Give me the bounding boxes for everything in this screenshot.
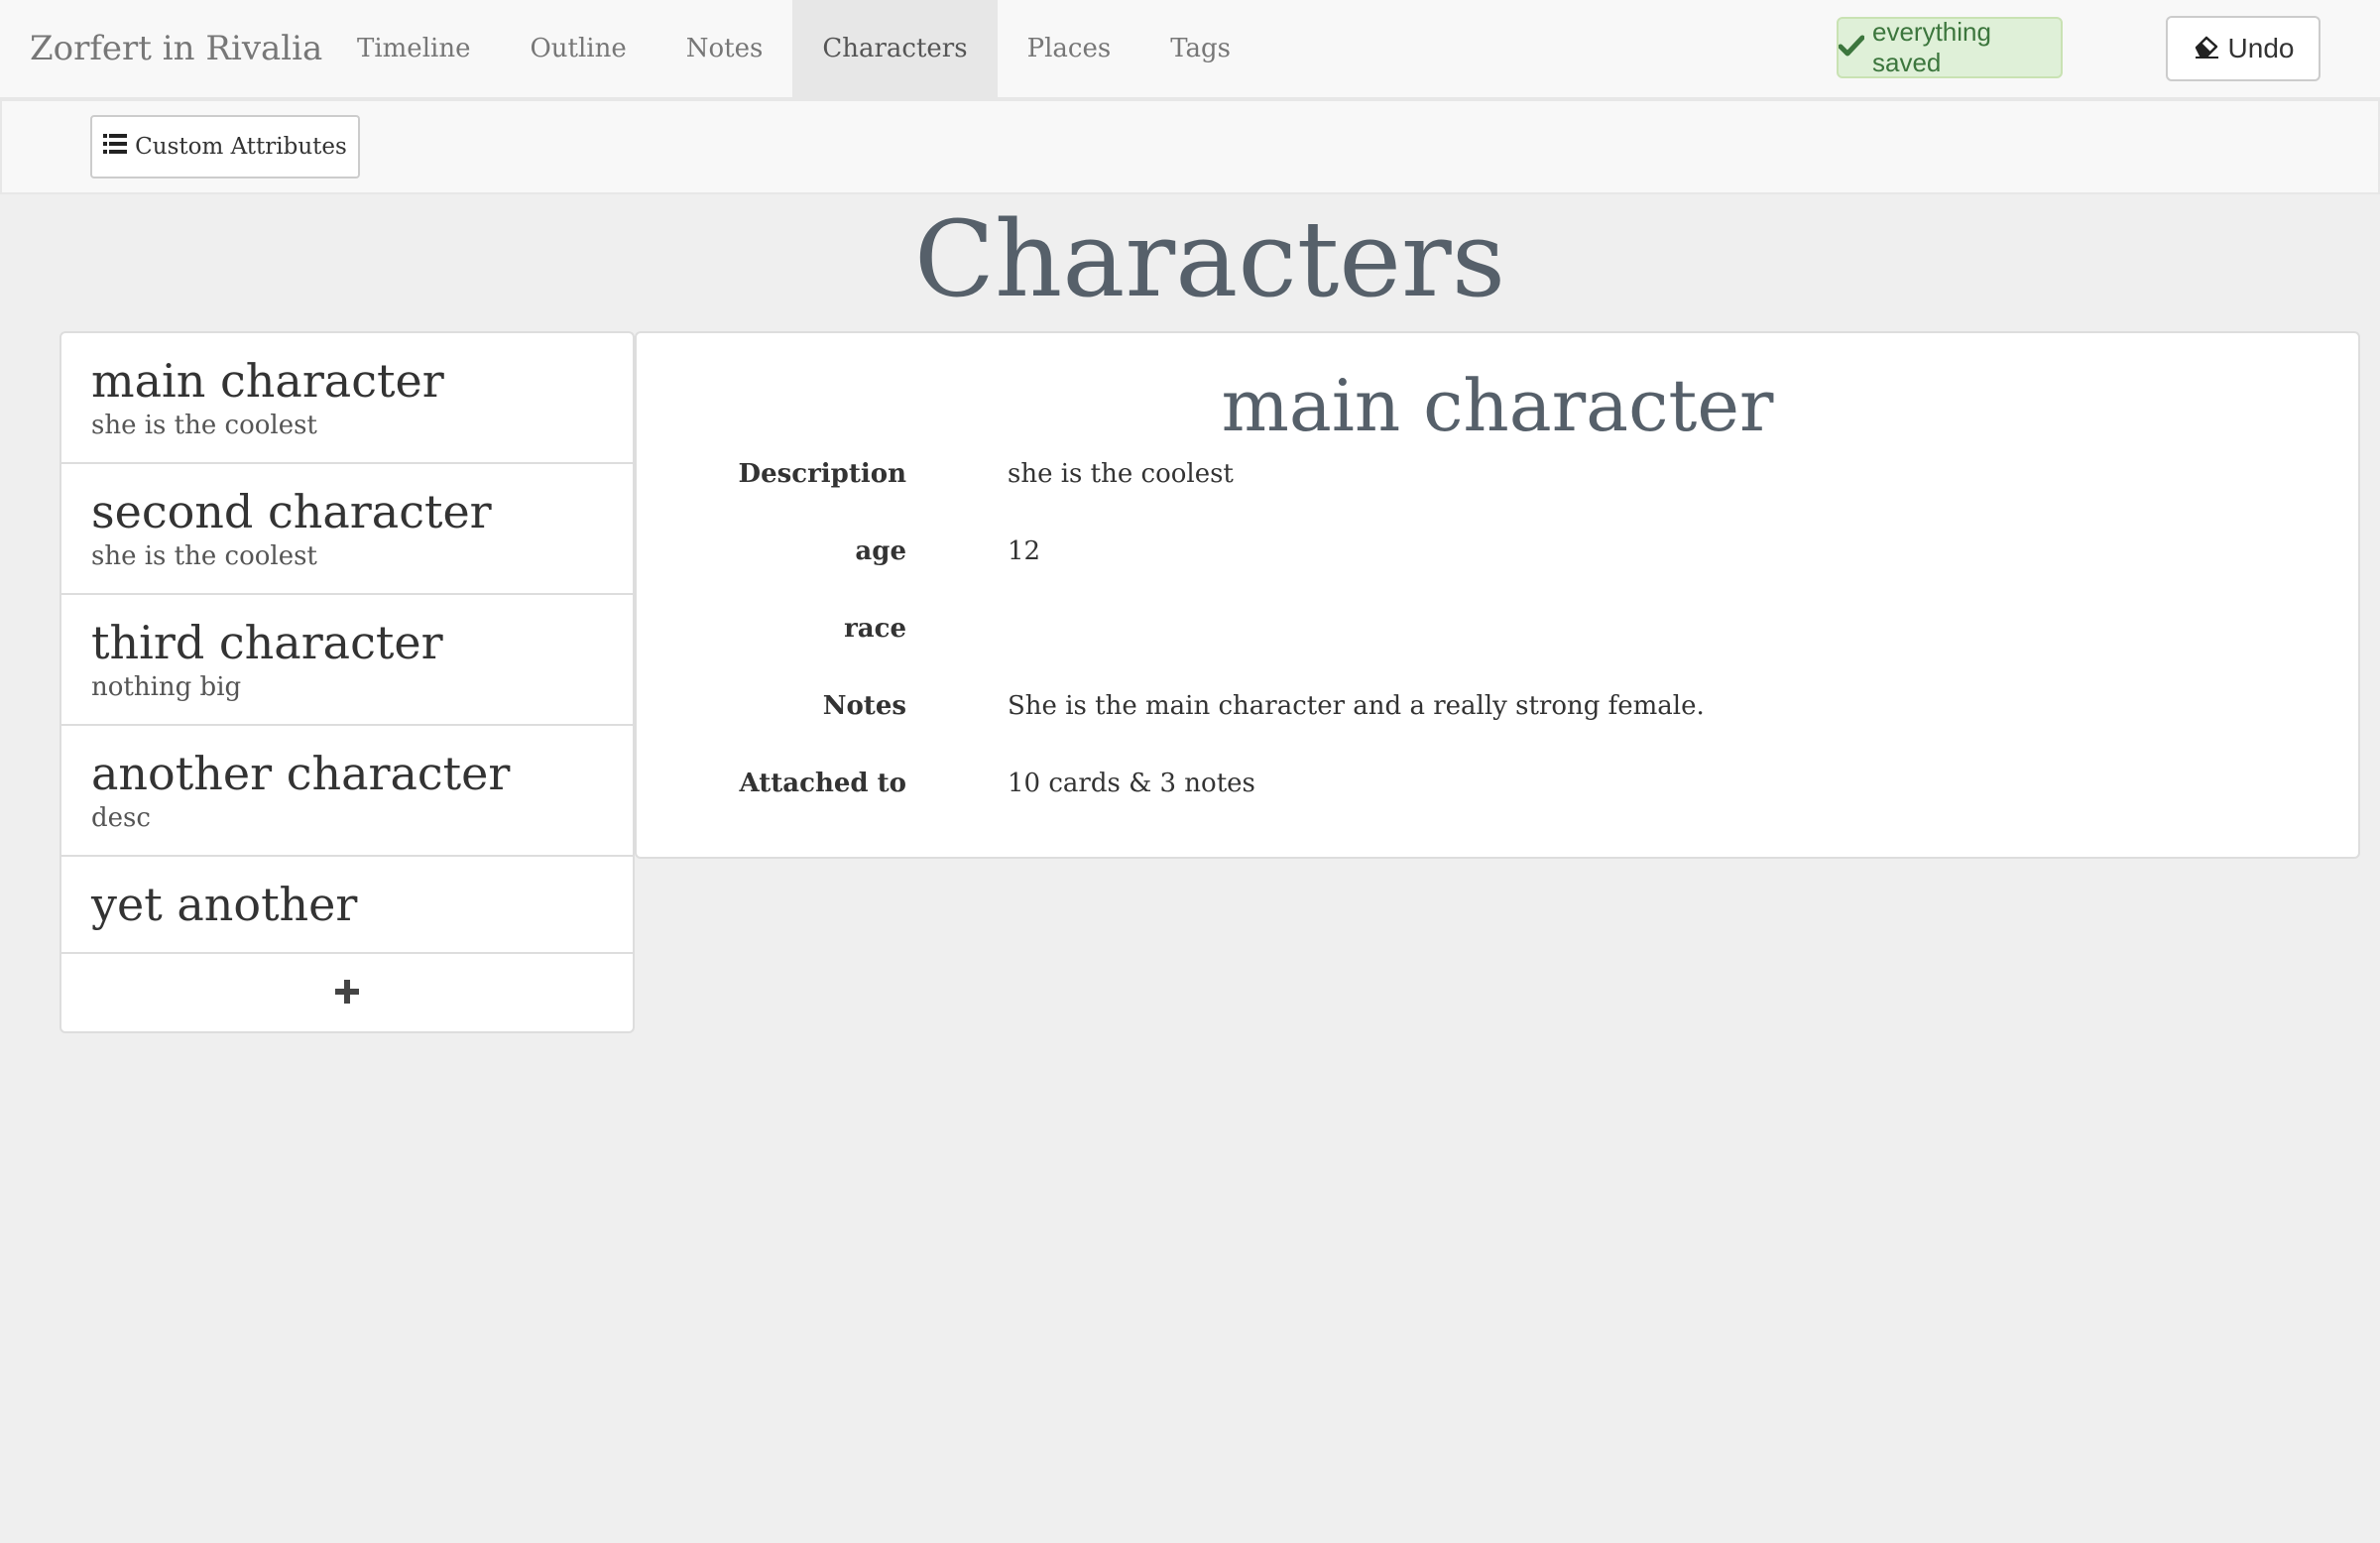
attribute-value: She is the main character and a really s… bbox=[1008, 691, 1705, 721]
character-description: nothing big bbox=[91, 672, 242, 702]
character-list-item[interactable]: second character she is the coolest bbox=[61, 464, 633, 595]
main-nav: Timeline Outline Notes Characters Places… bbox=[327, 0, 1260, 97]
character-name: another character bbox=[91, 747, 511, 800]
top-navbar: Zorfert in Rivalia Timeline Outline Note… bbox=[0, 0, 2380, 99]
attribute-value: 10 cards & 3 notes bbox=[1008, 769, 1255, 798]
check-icon bbox=[1838, 33, 1865, 63]
tab-outline[interactable]: Outline bbox=[500, 0, 655, 97]
undo-button[interactable]: Undo bbox=[2166, 16, 2320, 81]
attribute-row-race[interactable]: race bbox=[637, 609, 2358, 649]
tab-notes[interactable]: Notes bbox=[656, 0, 793, 97]
character-description: desc bbox=[91, 803, 151, 833]
attribute-row-description[interactable]: Description she is the coolest bbox=[637, 454, 2358, 494]
tab-tags[interactable]: Tags bbox=[1140, 0, 1260, 97]
eraser-icon bbox=[2193, 33, 2220, 65]
character-description: she is the coolest bbox=[91, 411, 317, 440]
character-name: yet another bbox=[91, 878, 358, 931]
attribute-value: she is the coolest bbox=[1008, 459, 1234, 489]
attribute-row-age[interactable]: age 12 bbox=[637, 532, 2358, 571]
character-name: third character bbox=[91, 616, 443, 669]
attribute-label: Description bbox=[738, 459, 906, 489]
list-icon bbox=[103, 133, 128, 161]
attribute-label: race bbox=[844, 614, 906, 644]
attribute-label: Attached to bbox=[739, 769, 906, 798]
save-status-label: everything saved bbox=[1872, 17, 1991, 77]
attribute-value: 12 bbox=[1008, 536, 1041, 566]
character-list-item[interactable]: another character desc bbox=[61, 726, 633, 857]
tab-places[interactable]: Places bbox=[998, 0, 1141, 97]
character-detail-panel: main character Description she is the co… bbox=[635, 331, 2360, 859]
detail-title[interactable]: main character bbox=[637, 361, 2358, 450]
character-list: main character she is the coolest second… bbox=[60, 331, 635, 1033]
save-status-badge: everything saved bbox=[1837, 17, 2063, 78]
plus-icon bbox=[333, 973, 361, 1012]
character-list-item[interactable]: third character nothing big bbox=[61, 595, 633, 726]
tab-characters[interactable]: Characters bbox=[792, 0, 998, 97]
attribute-row-attached-to[interactable]: Attached to 10 cards & 3 notes bbox=[637, 764, 2358, 803]
add-character-button[interactable] bbox=[61, 954, 633, 1031]
character-name: main character bbox=[91, 354, 444, 408]
attribute-row-notes[interactable]: Notes She is the main character and a re… bbox=[637, 686, 2358, 726]
custom-attributes-button[interactable]: Custom Attributes bbox=[90, 115, 360, 178]
sub-toolbar: Custom Attributes bbox=[0, 99, 2380, 194]
custom-attributes-label: Custom Attributes bbox=[135, 134, 347, 160]
character-name: second character bbox=[91, 485, 492, 538]
character-description: she is the coolest bbox=[91, 541, 317, 571]
tab-timeline[interactable]: Timeline bbox=[327, 0, 500, 97]
attribute-label: age bbox=[855, 536, 906, 566]
character-list-item[interactable]: main character she is the coolest bbox=[61, 333, 633, 464]
app-title[interactable]: Zorfert in Rivalia bbox=[30, 0, 322, 97]
character-list-item[interactable]: yet another bbox=[61, 857, 633, 954]
undo-label: Undo bbox=[2227, 33, 2295, 63]
attribute-label: Notes bbox=[822, 691, 906, 721]
page-title: Characters bbox=[913, 198, 1506, 320]
